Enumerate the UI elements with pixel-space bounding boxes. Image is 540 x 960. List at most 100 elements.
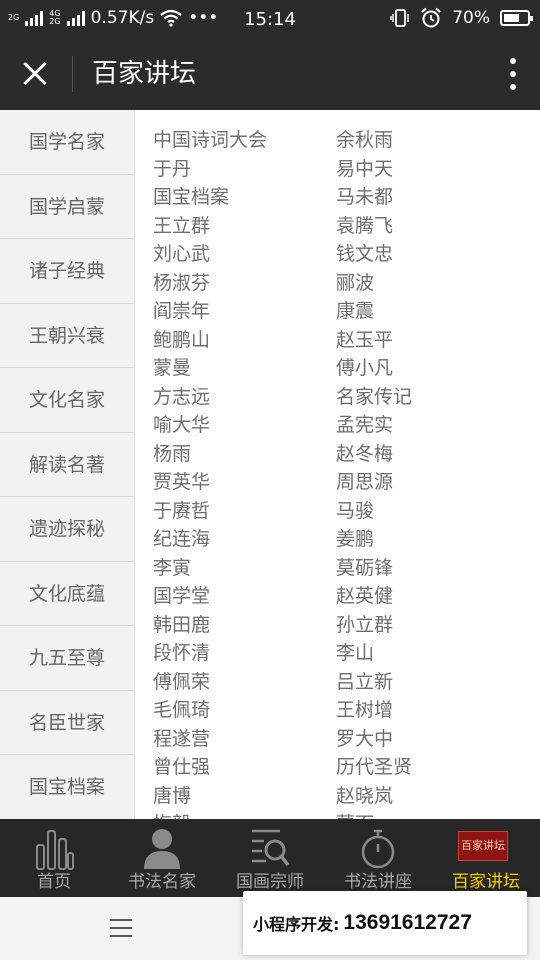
more-options-button[interactable] <box>508 58 518 90</box>
list-item[interactable]: 王立群 <box>153 212 336 241</box>
list-item[interactable]: 方志远 <box>153 383 336 412</box>
list-item[interactable]: 马未都 <box>336 183 536 212</box>
category-item[interactable]: 九五至尊 <box>0 626 134 691</box>
category-menu: 国学名家 国学启蒙 诸子经典 王朝兴衰 文化名家 解读名著 遗迹探秘 文化底蕴 九五至尊 名臣世家… <box>0 110 135 819</box>
tab-bar: 首页 书法名家 国画宗师 书法讲座 百家讲坛 百家讲坛 <box>0 819 540 897</box>
list-item[interactable]: 杨雨 <box>153 440 336 469</box>
dot-icon <box>510 58 516 64</box>
stopwatch-icon <box>361 829 395 869</box>
list-item[interactable]: 李山 <box>336 639 536 668</box>
list-item[interactable]: 阎崇年 <box>153 297 336 326</box>
list-item[interactable]: 钱文忠 <box>336 240 536 269</box>
tab-calligraphy-lectures[interactable]: 书法讲座 <box>324 819 432 897</box>
ad-label: 小程序开发: <box>253 915 340 934</box>
bar-chart-icon <box>36 830 74 870</box>
list-item[interactable]: 赵冬梅 <box>336 440 536 469</box>
list-item[interactable]: 王树增 <box>336 696 536 725</box>
list-item[interactable]: 袁腾飞 <box>336 212 536 241</box>
category-item[interactable]: 诸子经典 <box>0 239 134 304</box>
baijia-logo-image: 百家讲坛 <box>458 831 508 861</box>
list-item[interactable]: 孟宪实 <box>336 411 536 440</box>
list-item[interactable]: 国宝档案 <box>153 183 336 212</box>
list-item[interactable]: 段怀清 <box>153 639 336 668</box>
list-item[interactable]: 易中天 <box>336 155 536 184</box>
content-list: 中国诗词大会 余秋雨 于丹 易中天 国宝档案 马未都 王立群 袁腾飞 刘心武 钱文忠 杨淑芬 郦波 阎崇… <box>135 110 540 819</box>
battery-percent: 70% <box>452 8 490 28</box>
battery-fill <box>504 14 520 22</box>
alarm-icon <box>421 7 441 28</box>
list-item[interactable]: 蒙面 <box>336 810 536 819</box>
ad-banner: 小程序开发: 13691612727 <box>243 891 527 955</box>
dot-icon <box>510 71 516 77</box>
list-item[interactable]: 蒙曼 <box>153 354 336 383</box>
list-item[interactable]: 周思源 <box>336 468 536 497</box>
tab-painting-masters[interactable]: 国画宗师 <box>216 819 324 897</box>
list-item[interactable]: 毛佩琦 <box>153 696 336 725</box>
list-item[interactable]: 历代圣贤 <box>336 753 536 782</box>
tab-home[interactable]: 首页 <box>0 819 108 897</box>
category-item[interactable]: 文化底蕴 <box>0 562 134 626</box>
battery-icon <box>500 10 533 26</box>
list-item[interactable]: 傅小凡 <box>336 354 536 383</box>
list-item[interactable]: 康震 <box>336 297 536 326</box>
person-icon <box>144 829 180 869</box>
list-item[interactable]: 韩田鹿 <box>153 611 336 640</box>
list-item[interactable]: 赵晓岚 <box>336 782 536 811</box>
list-item[interactable]: 刘心武 <box>153 240 336 269</box>
status-right: 70% <box>390 7 533 29</box>
category-item[interactable]: 文化名家 <box>0 368 134 433</box>
list-item[interactable]: 赵英健 <box>336 582 536 611</box>
tab-label: 书法名家 <box>128 872 196 892</box>
category-item[interactable]: 遗迹探秘 <box>0 497 134 562</box>
list-item[interactable]: 喻大华 <box>153 411 336 440</box>
list-item[interactable]: 罗大中 <box>336 725 536 754</box>
list-item[interactable]: 名家传记 <box>336 383 536 412</box>
close-button[interactable] <box>18 56 54 92</box>
title-bar: 百家讲坛 <box>0 38 540 110</box>
category-item[interactable]: 王朝兴衰 <box>0 304 134 368</box>
list-item[interactable]: 中国诗词大会 <box>153 126 336 155</box>
list-item[interactable]: 姜鹏 <box>336 525 536 554</box>
tab-label: 国画宗师 <box>236 872 304 892</box>
list-item[interactable]: 曾仕强 <box>153 753 336 782</box>
category-item[interactable]: 国宝档案 <box>0 755 134 819</box>
list-item[interactable]: 马骏 <box>336 497 536 526</box>
vibrate-icon <box>390 9 409 27</box>
list-item[interactable]: 鲍鹏山 <box>153 326 336 355</box>
list-item[interactable]: 纪连海 <box>153 525 336 554</box>
list-item[interactable]: 于丹 <box>153 155 336 184</box>
screen: 2G 4G 2G 0.57K/s ••• 15:14 70% 百家讲坛 国学名家… <box>0 0 540 960</box>
category-item[interactable]: 国学名家 <box>0 110 134 175</box>
list-item[interactable]: 傅佩荣 <box>153 668 336 697</box>
list-item[interactable]: 余秋雨 <box>336 126 536 155</box>
tab-label: 百家讲坛 <box>452 872 520 892</box>
list-item[interactable]: 孙立群 <box>336 611 536 640</box>
ad-phone-number: 13691612727 <box>343 911 472 934</box>
tab-baijia-jiangtan[interactable]: 百家讲坛 百家讲坛 <box>432 819 540 897</box>
category-item[interactable]: 名臣世家 <box>0 691 134 755</box>
tab-label: 首页 <box>37 872 71 892</box>
dot-icon <box>510 84 516 90</box>
title-divider <box>72 56 73 92</box>
search-list-icon <box>252 829 290 867</box>
status-bar: 2G 4G 2G 0.57K/s ••• 15:14 70% <box>0 0 540 38</box>
list-item[interactable]: 郦波 <box>336 269 536 298</box>
tab-calligraphy-masters[interactable]: 书法名家 <box>108 819 216 897</box>
list-item[interactable]: 程遂营 <box>153 725 336 754</box>
list-item[interactable]: 贾英华 <box>153 468 336 497</box>
list-item[interactable]: 国学堂 <box>153 582 336 611</box>
category-item[interactable]: 国学启蒙 <box>0 175 134 239</box>
list-item[interactable]: 梅毅 <box>153 810 336 819</box>
menu-icon[interactable] <box>110 919 132 937</box>
page-title: 百家讲坛 <box>92 59 197 89</box>
list-item[interactable]: 莫砺锋 <box>336 554 536 583</box>
list-item[interactable]: 于赓哲 <box>153 497 336 526</box>
content-area: 中国诗词大会 余秋雨 于丹 易中天 国宝档案 马未都 王立群 袁腾飞 刘心武 钱文忠 杨淑芬 郦波 阎崇… <box>135 110 540 819</box>
list-item[interactable]: 李寅 <box>153 554 336 583</box>
list-item[interactable]: 唐博 <box>153 782 336 811</box>
tab-label: 书法讲座 <box>344 872 412 892</box>
category-item[interactable]: 解读名著 <box>0 433 134 497</box>
list-item[interactable]: 吕立新 <box>336 668 536 697</box>
list-item[interactable]: 杨淑芬 <box>153 269 336 298</box>
list-item[interactable]: 赵玉平 <box>336 326 536 355</box>
